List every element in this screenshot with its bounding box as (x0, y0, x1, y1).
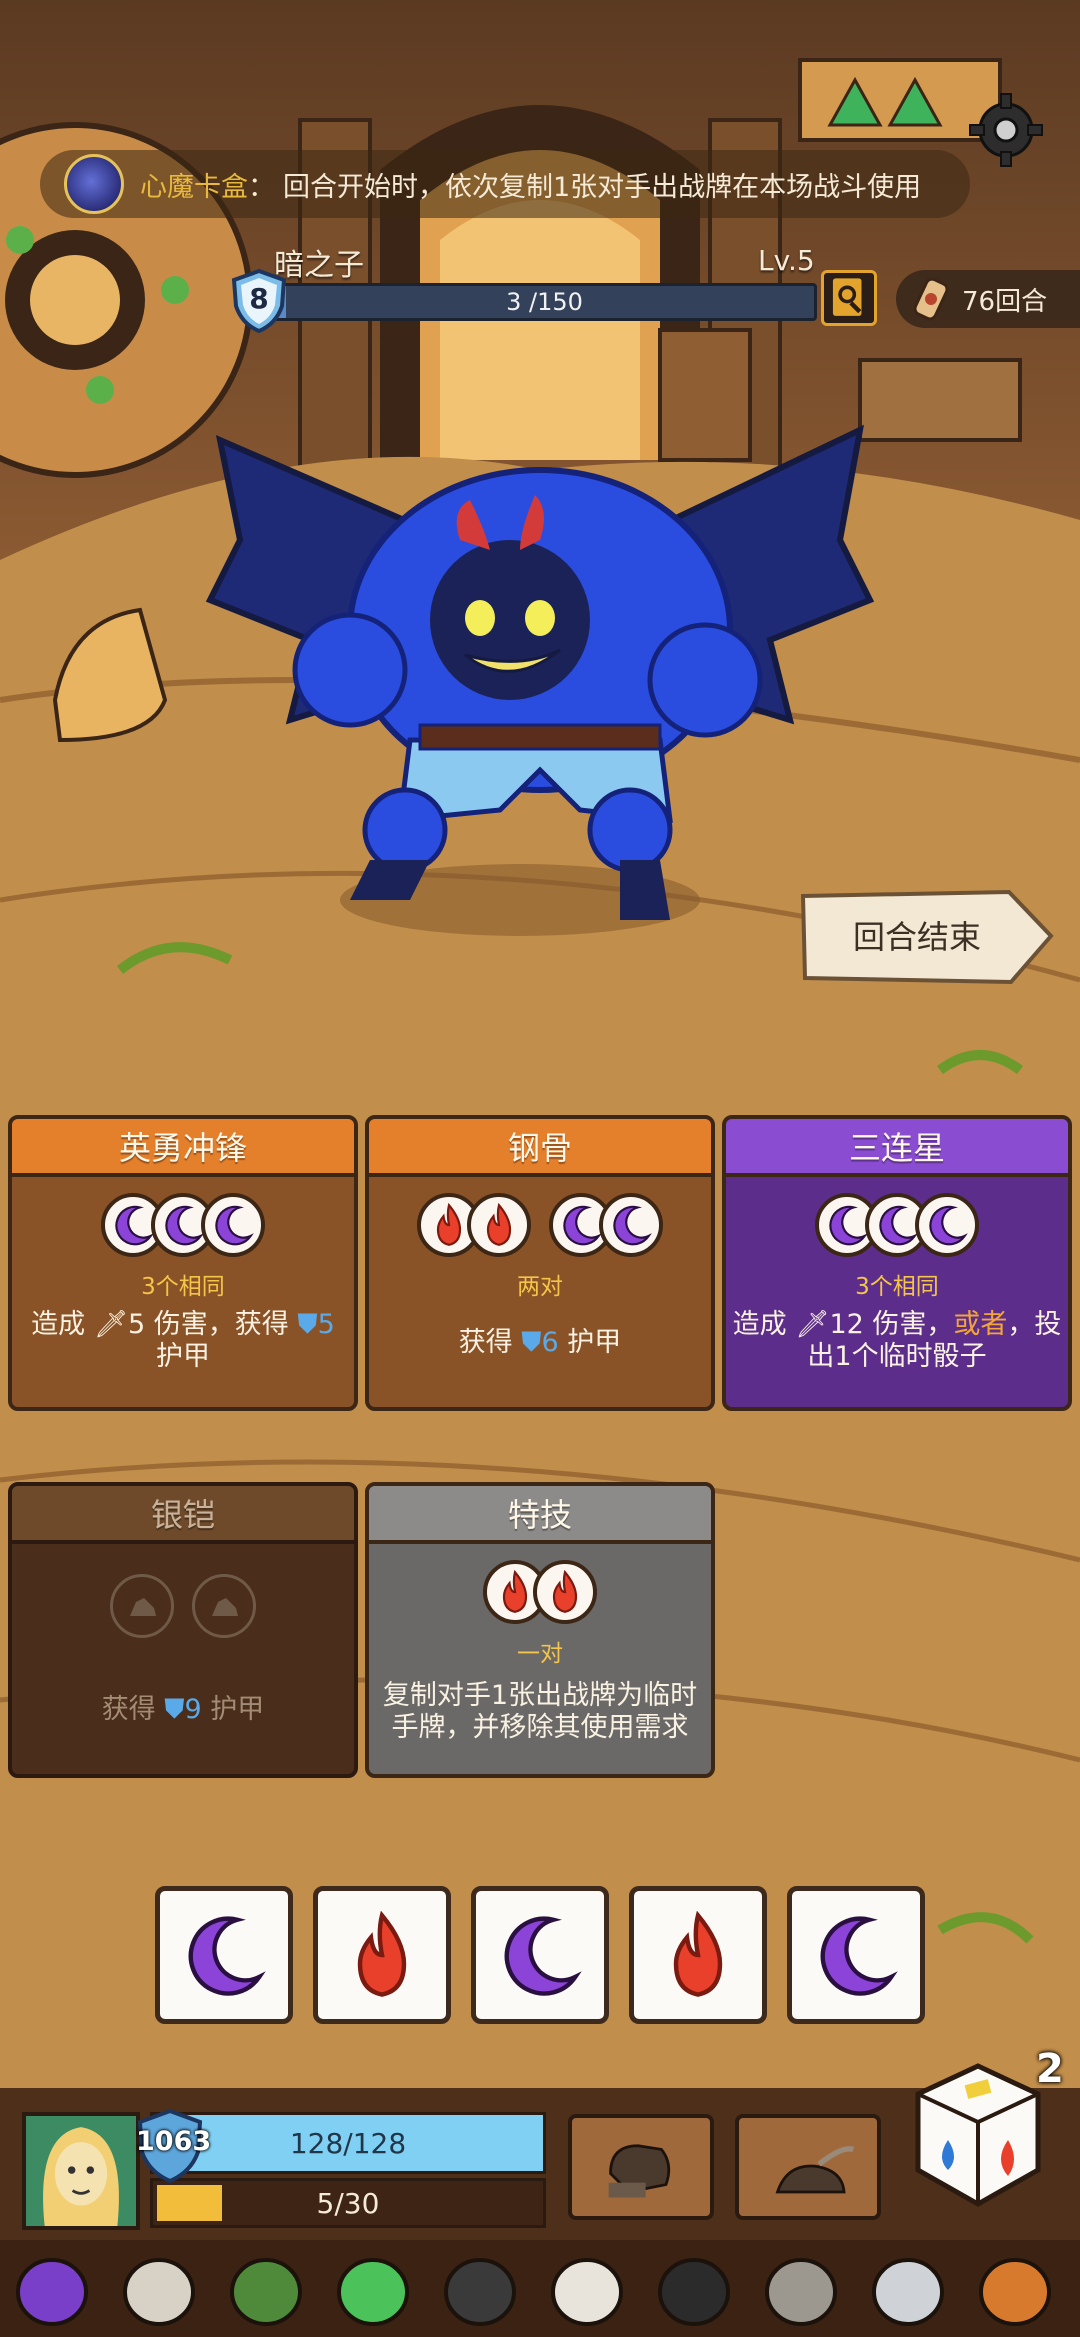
card-slots (12, 1574, 354, 1638)
card-condition: 3个相同 (141, 1274, 225, 1300)
enemy-level: Lv.5 (758, 244, 815, 277)
xp-fill (157, 2185, 223, 2221)
player-avatar[interactable] (22, 2112, 140, 2230)
buff-colon: ： (248, 171, 275, 203)
round-counter: 76回合 (896, 270, 1080, 328)
turtle-shell-icon[interactable] (222, 2246, 310, 2334)
inspect-button[interactable] (821, 270, 877, 326)
card-condition: 3个相同 (855, 1274, 939, 1300)
card-effect: 造成 🗡12 伤害，或者，投出1个临时骰子 (732, 1309, 1062, 1372)
enemy-hp-text: 3 /150 (506, 288, 583, 316)
card-triple-star[interactable]: 三连星 3个相同 造成 🗡12 伤害，或者，投出1个临时骰子 (722, 1115, 1072, 1411)
iron-collar-icon[interactable] (436, 2246, 524, 2334)
card-silver-armor[interactable]: 银铠 获得 ⛊9 护甲 (8, 1482, 358, 1778)
game-scene: 心魔卡盒 ： 回合开始时，依次复制1张对手出战牌在本场战斗使用 暗之子 Lv.5… (0, 0, 1080, 2337)
roll-dice-button[interactable] (908, 2060, 1048, 2210)
fire-slot-icon (533, 1560, 597, 1624)
enemy-hp-bar: 3 /150 (272, 283, 817, 321)
card-steel-bone[interactable]: 钢骨 两对 获得 ⛊6 护甲 (365, 1115, 715, 1411)
ghost-icon[interactable] (543, 2246, 631, 2334)
card-slots (12, 1193, 354, 1257)
skull-book-icon[interactable] (115, 2246, 203, 2334)
card-effect: 复制对手1张出战牌为临时手牌，并移除其使用需求 (382, 1680, 698, 1743)
player-xp-text: 5/30 (316, 2186, 380, 2220)
sword-icon: 🗡12 (795, 1309, 864, 1340)
green-gem-icon[interactable] (329, 2246, 417, 2334)
die-moon[interactable] (471, 1886, 609, 2024)
stone-tablet-icon[interactable] (757, 2246, 845, 2334)
skill-slot-fist[interactable] (568, 2114, 714, 2220)
card-title: 三连星 (726, 1119, 1068, 1177)
card-title: 英勇冲锋 (12, 1119, 354, 1177)
shield-icon: ⛊6 (521, 1327, 559, 1358)
card-slots (369, 1560, 711, 1624)
fire-slot-icon (467, 1193, 531, 1257)
magnifier-card-icon (832, 278, 862, 316)
player-armor-value: 1063 (136, 2126, 212, 2157)
moon-slot-icon (201, 1193, 265, 1257)
gauntlet-icon (608, 2144, 671, 2198)
card-slots (726, 1193, 1068, 1257)
enemy-buff-bar[interactable]: 心魔卡盒 ： 回合开始时，依次复制1张对手出战牌在本场战斗使用 (40, 150, 970, 218)
die-moon[interactable] (155, 1886, 293, 2024)
black-bib-icon[interactable] (650, 2246, 738, 2334)
buff-description: 回合开始时，依次复制1张对手出战牌在本场战斗使用 (283, 171, 922, 203)
card-effect: 造成 🗡5 伤害，获得 ⛊5 护甲 (31, 1309, 335, 1372)
hero-portrait-icon (43, 2127, 119, 2226)
moon-slot-icon (915, 1193, 979, 1257)
empty-slot-icon (110, 1574, 174, 1638)
ham-icon[interactable] (971, 2246, 1059, 2334)
round-label: 76回合 (962, 286, 1048, 317)
card-slots (369, 1193, 711, 1257)
purple-weapon-icon[interactable] (8, 2246, 96, 2334)
card-effect: 获得 ⛊9 护甲 (101, 1694, 265, 1725)
die-moon[interactable] (787, 1886, 925, 2024)
bat-demon-monster[interactable] (200, 420, 880, 940)
player-hp-text: 128/128 (289, 2126, 407, 2160)
die-fire[interactable] (313, 1886, 451, 2024)
rock-feather-icon (775, 2146, 855, 2194)
gear-icon[interactable] (968, 92, 1044, 168)
die-fire[interactable] (629, 1886, 767, 2024)
card-title: 钢骨 (369, 1119, 711, 1177)
skill-slot-rock[interactable] (735, 2114, 881, 2220)
shield-icon: ⛊5 (297, 1309, 335, 1340)
buff-name: 心魔卡盒 (140, 171, 248, 203)
moon-slot-icon (599, 1193, 663, 1257)
empty-slot-icon (192, 1574, 256, 1638)
enemy-shield-value: 8 (249, 282, 269, 315)
d20-icon[interactable] (864, 2246, 952, 2334)
card-special-skill[interactable]: 特技 一对 复制对手1张出战牌为临时手牌，并移除其使用需求 (365, 1482, 715, 1778)
card-effect: 获得 ⛊6 护甲 (458, 1327, 622, 1358)
card-title: 特技 (369, 1486, 711, 1544)
moon-face-icon (64, 154, 124, 214)
player-xp-bar: 5/30 (150, 2178, 546, 2228)
card-condition: 两对 (517, 1274, 563, 1300)
card-condition: 一对 (517, 1641, 563, 1667)
scroll-icon (913, 277, 949, 321)
sword-icon: 🗡5 (93, 1309, 146, 1340)
card-title: 银铠 (12, 1486, 354, 1544)
end-turn-label[interactable]: 回合结束 (797, 912, 1037, 958)
card-heroic-charge[interactable]: 英勇冲锋 3个相同 造成 🗡5 伤害，获得 ⛊5 护甲 (8, 1115, 358, 1411)
shield-icon: ⛊9 (164, 1694, 202, 1725)
